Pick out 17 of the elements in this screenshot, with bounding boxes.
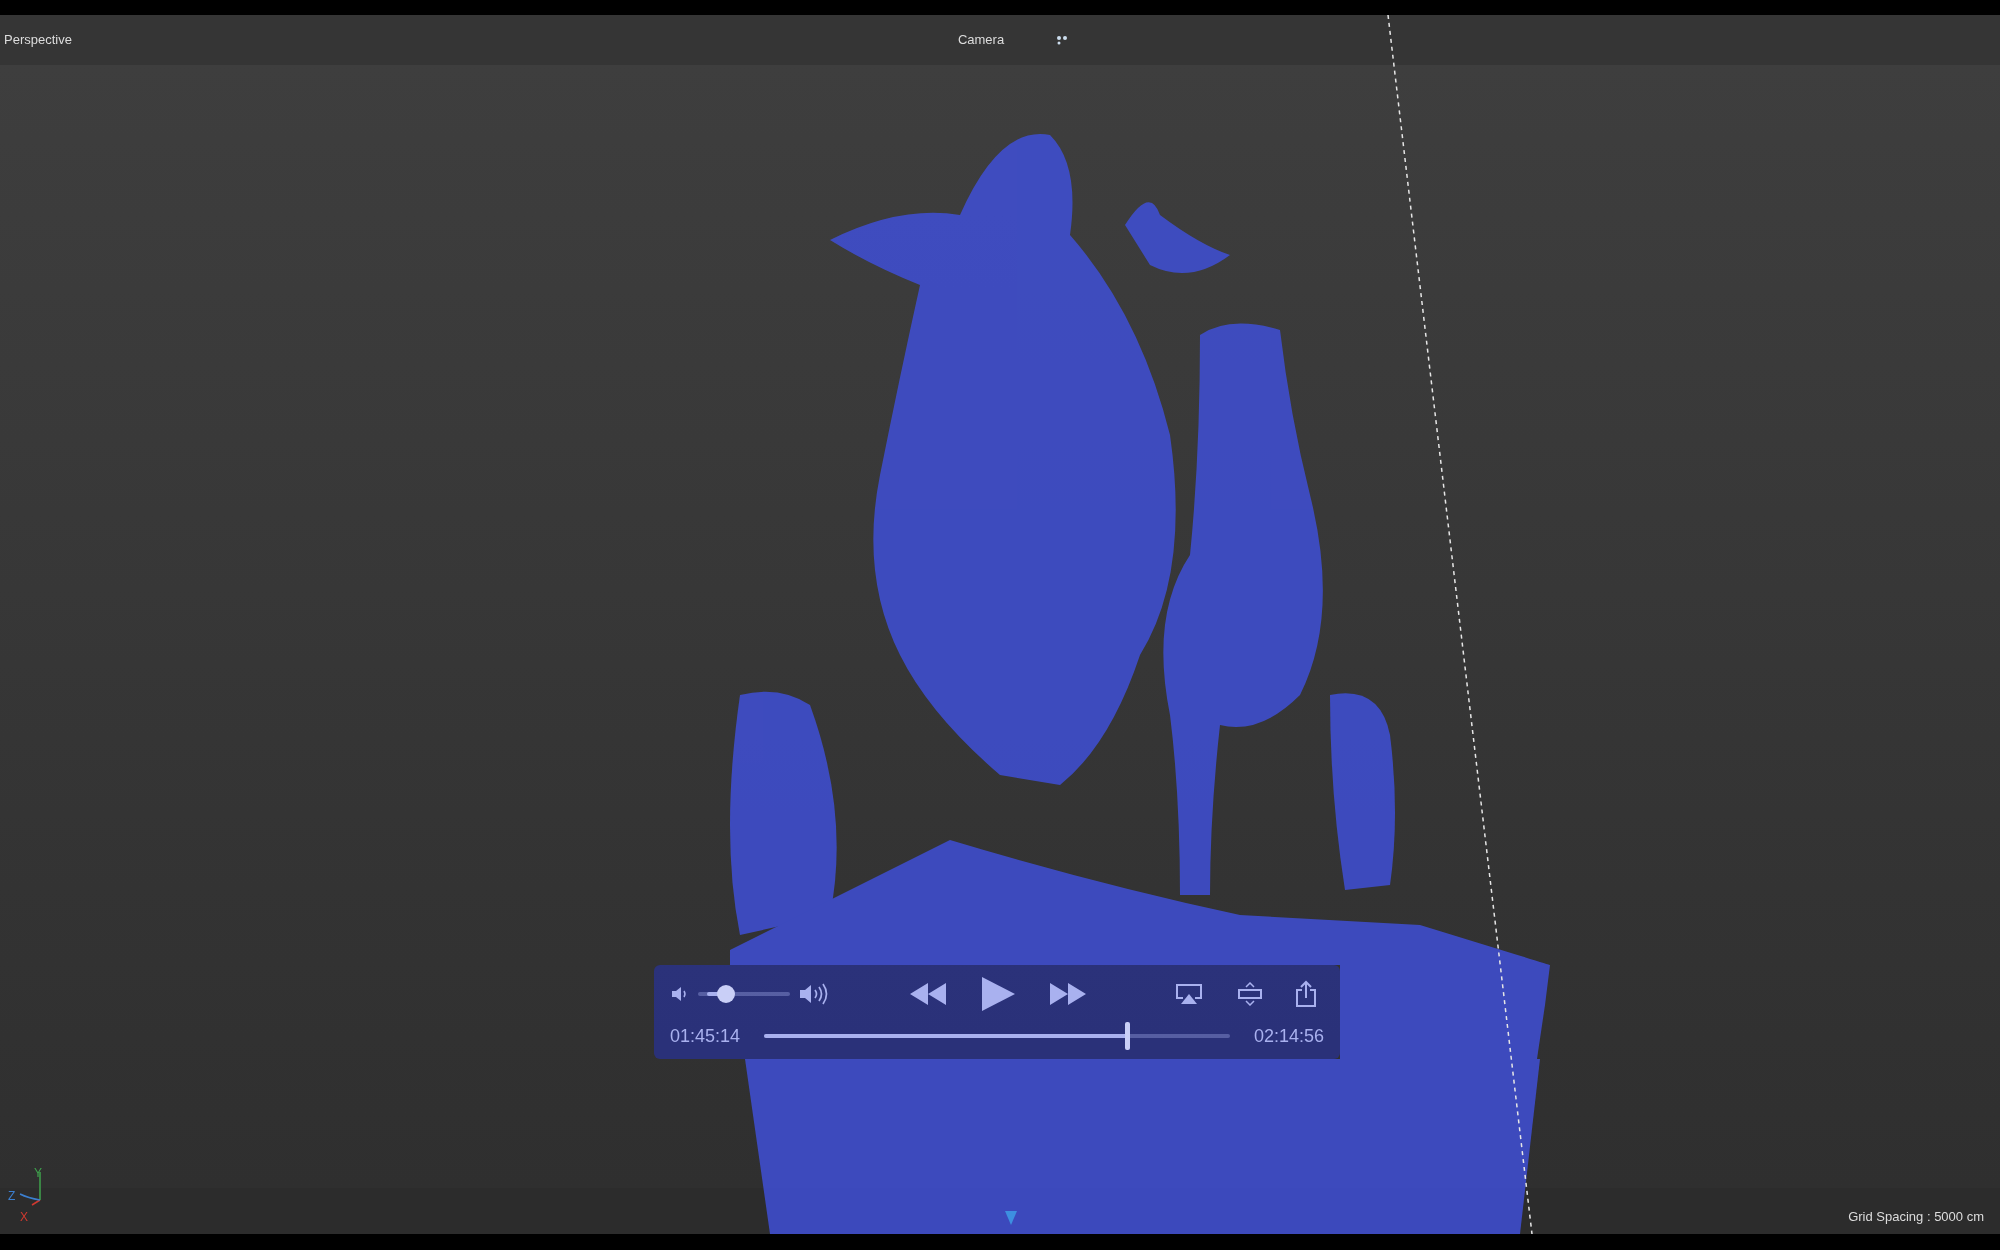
share-icon[interactable] xyxy=(1295,980,1317,1008)
camera-label: Camera xyxy=(957,31,1005,50)
fast-forward-icon[interactable] xyxy=(1048,981,1088,1007)
slider-thumb[interactable] xyxy=(1125,1022,1131,1050)
resize-icon[interactable] xyxy=(1237,982,1263,1006)
playhead-marker-icon[interactable] xyxy=(1004,1210,1018,1226)
airplay-icon[interactable] xyxy=(1175,983,1203,1005)
grid-spacing-label: Grid Spacing : 5000 cm xyxy=(1848,1207,1984,1226)
axis-label: X xyxy=(20,1209,28,1226)
total-duration: 02:14:56 xyxy=(1253,1024,1324,1048)
view-label: Perspective xyxy=(4,31,72,50)
axis-label: Z xyxy=(8,1188,16,1205)
elapsed-time: 01:45:14 xyxy=(670,1024,741,1048)
play-icon[interactable] xyxy=(980,976,1016,1012)
slider-thumb[interactable] xyxy=(716,985,735,1003)
rewind-icon[interactable] xyxy=(908,981,948,1007)
axis-label: Y xyxy=(34,1165,42,1182)
